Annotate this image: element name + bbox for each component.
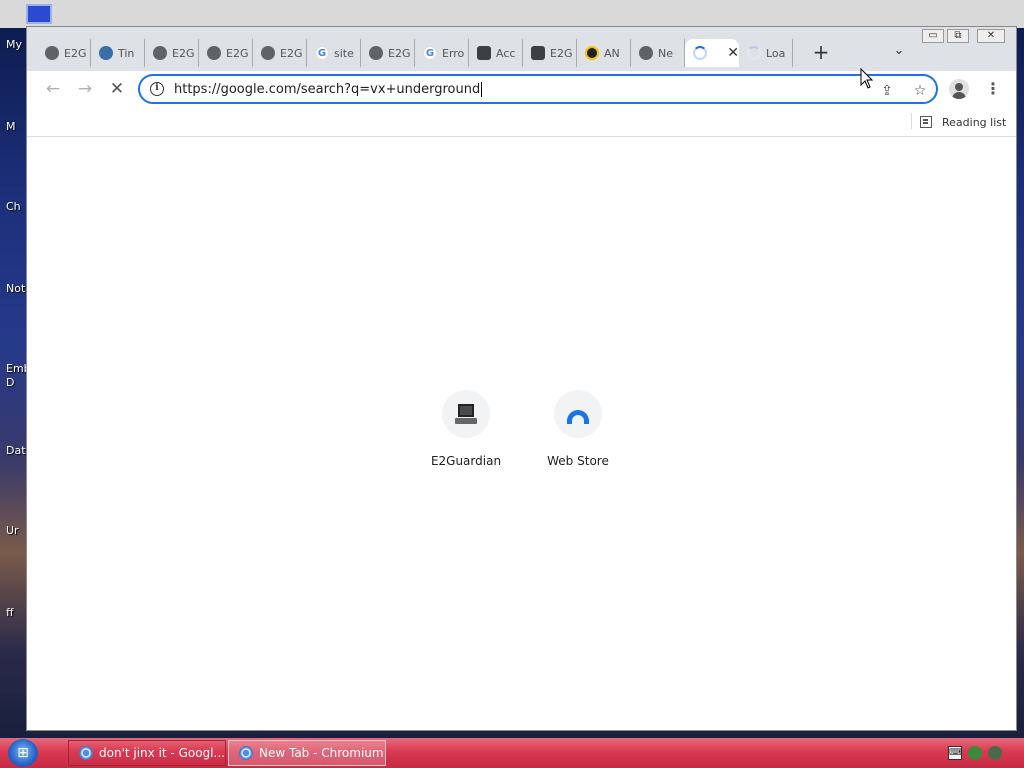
tab-title: E2G — [226, 46, 248, 60]
desktop-top-strip — [0, 0, 1024, 28]
start-button[interactable]: ⊞ — [8, 739, 38, 767]
tab-title: AN — [604, 46, 620, 60]
tab-title: E2G — [64, 46, 86, 60]
browser-tab[interactable]: Ne — [631, 39, 685, 67]
taskbar-item-label: New Tab - Chromium — [259, 746, 384, 760]
reading-list-icon — [920, 116, 932, 128]
network-icon[interactable] — [968, 746, 982, 760]
minimize-button[interactable]: ▭ — [922, 29, 944, 43]
address-bar[interactable]: i https://google.com/search?q=vx+undergr… — [138, 74, 938, 104]
tab-title: site — [334, 46, 354, 60]
browser-tab[interactable]: Tin — [91, 39, 145, 67]
taskbar-item-label: don't jinx it - Googl... — [99, 746, 225, 760]
globe-icon — [369, 46, 383, 60]
browser-tab[interactable]: Acc — [469, 39, 523, 67]
new-tab-button[interactable]: + — [810, 41, 832, 63]
browser-menu-icon[interactable]: ⋮ — [985, 79, 1001, 99]
reading-list-label: Reading list — [942, 115, 1007, 129]
chain-icon — [99, 46, 113, 60]
browser-tab[interactable]: G Erro — [415, 39, 469, 67]
shortcut-icon-circle — [554, 390, 602, 438]
desktop-icon-label: M — [6, 120, 16, 133]
google-icon: G — [315, 46, 329, 60]
desktop-icon-label: Not — [6, 282, 26, 295]
share-icon[interactable]: ⇪ — [878, 82, 896, 100]
shortcut-e2guardian[interactable]: E2Guardian — [421, 390, 511, 468]
close-tab-icon[interactable]: ✕ — [727, 45, 739, 61]
loading-spinner-icon — [747, 46, 761, 60]
globe-icon — [261, 46, 275, 60]
bookmark-star-icon[interactable]: ☆ — [911, 82, 929, 100]
back-button[interactable]: ← — [43, 79, 63, 99]
loading-spinner-icon — [693, 46, 707, 60]
e2guardian-icon — [477, 46, 491, 60]
tab-active[interactable]: ✕ — [685, 39, 739, 67]
security-icon[interactable] — [988, 746, 1002, 760]
browser-tab[interactable]: AN — [577, 39, 631, 67]
stop-loading-button[interactable]: ✕ — [107, 79, 127, 99]
bookmarks-separator — [911, 113, 912, 129]
taskbar-item-google[interactable]: don't jinx it - Googl... — [68, 740, 226, 766]
tab-title: E2G — [388, 46, 410, 60]
keyboard-icon[interactable]: ⌨ — [948, 746, 962, 760]
globe-icon — [207, 46, 221, 60]
desktop-icon-label: D — [6, 376, 15, 389]
tab-title: Tin — [118, 46, 135, 60]
tab-title: E2G — [280, 46, 302, 60]
desktop-icon-label: ff — [6, 606, 14, 619]
taskbar: ⊞ don't jinx it - Googl... New Tab - Chr… — [0, 738, 1024, 768]
tab-title: Acc — [496, 46, 516, 60]
reading-list-button[interactable]: Reading list — [920, 111, 1006, 133]
browser-tab[interactable]: E2G — [253, 39, 307, 67]
tab-search-button[interactable]: ⌄ — [889, 41, 909, 61]
tab-title: E2G — [550, 46, 572, 60]
browser-tab[interactable]: Gsite — [307, 39, 361, 67]
shortcut-web-store[interactable]: Web Store — [533, 390, 623, 468]
shortcut-label: E2Guardian — [430, 454, 502, 468]
desktop-icon-label: Ch — [6, 200, 21, 213]
e2guardian-icon — [531, 46, 545, 60]
tab-title: Ne — [658, 46, 673, 60]
chromium-icon — [239, 746, 253, 760]
profile-avatar-icon[interactable] — [949, 79, 969, 99]
tab-title: E2G — [172, 46, 194, 60]
tab-strip: E2G Tin E2G E2G E2G Gsite E2G G Erro Acc E2G AN Ne ✕ L… — [27, 27, 1016, 71]
taskbar-item-chromium[interactable]: New Tab - Chromium — [228, 740, 386, 766]
browser-window: E2G Tin E2G E2G E2G Gsite E2G G Erro Acc E2G AN Ne ✕ L… — [26, 26, 1017, 731]
globe-icon — [639, 46, 653, 60]
forward-button[interactable]: → — [75, 79, 95, 99]
google-icon: G — [423, 46, 437, 60]
chromium-icon — [79, 746, 93, 760]
browser-tab[interactable]: E2G — [361, 39, 415, 67]
browser-tab[interactable]: E2G — [145, 39, 199, 67]
an-icon — [585, 46, 599, 60]
restore-button[interactable]: ⧉ — [947, 29, 969, 43]
shortcut-icon-circle — [442, 390, 490, 438]
computer-icon[interactable] — [26, 4, 52, 24]
mouse-cursor-icon — [860, 68, 874, 89]
web-store-icon — [567, 410, 589, 424]
new-tab-page: E2Guardian Web Store — [27, 138, 1016, 730]
browser-tab[interactable]: E2G — [37, 39, 91, 67]
shortcut-label: Web Store — [547, 454, 609, 468]
browser-tab[interactable]: E2G — [523, 39, 577, 67]
bookmarks-bar: Reading list — [27, 107, 1016, 137]
desktop-icon-label: Ur — [6, 524, 19, 537]
desktop-icon-label: Dat — [6, 444, 26, 457]
tab-title: Loa — [766, 46, 786, 60]
globe-icon — [153, 46, 167, 60]
tab-title: Erro — [442, 46, 464, 60]
address-bar-url[interactable]: https://google.com/search?q=vx+undergrou… — [174, 81, 483, 97]
browser-tab[interactable]: Loa — [739, 39, 793, 67]
globe-icon — [45, 46, 59, 60]
close-window-button[interactable]: ✕ — [977, 29, 1005, 43]
browser-tab[interactable]: E2G — [199, 39, 253, 67]
e2guardian-icon — [455, 404, 477, 424]
system-tray: ⌨ — [944, 740, 1024, 766]
site-info-icon[interactable]: i — [150, 82, 164, 96]
